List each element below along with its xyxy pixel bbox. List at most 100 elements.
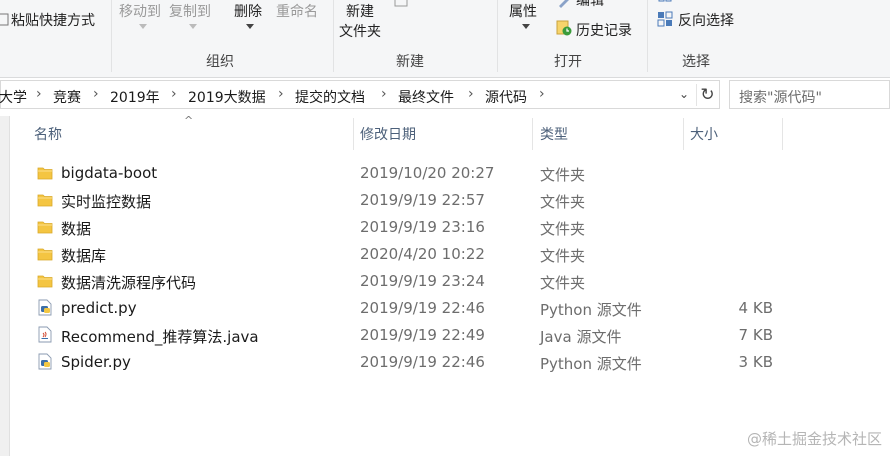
file-name: 数据 bbox=[61, 220, 92, 238]
file-size: 3 KB bbox=[738, 353, 773, 371]
refresh-icon[interactable]: ↻ bbox=[696, 84, 718, 106]
file-row[interactable]: 数据库 2020/4/20 10:22 文件夹 bbox=[30, 240, 785, 267]
column-header-name[interactable]: 名称 bbox=[34, 124, 62, 144]
address-history-chevron-down-icon[interactable]: ⌄ bbox=[679, 87, 689, 101]
watermark: @稀土掘金技术社区 bbox=[746, 430, 882, 448]
chevron-right-icon[interactable]: › bbox=[93, 86, 99, 102]
group-label-new: 新建 bbox=[396, 54, 424, 70]
move-to-dropdown-icon bbox=[139, 24, 147, 29]
paste-shortcut-button[interactable]: 粘贴快捷方式 bbox=[11, 10, 95, 30]
file-type: 文件夹 bbox=[540, 193, 586, 211]
breadcrumb-item[interactable]: 最终文件 bbox=[398, 87, 454, 107]
file-type: 文件夹 bbox=[540, 220, 586, 238]
file-date: 2019/9/19 22:46 bbox=[360, 353, 485, 371]
breadcrumb-item[interactable]: 源代码 bbox=[485, 87, 527, 107]
file-name: 实时监控数据 bbox=[61, 193, 152, 211]
file-type: 文件夹 bbox=[540, 247, 586, 265]
column-header-type[interactable]: 类型 bbox=[540, 124, 568, 144]
file-row[interactable]: Spider.py 2019/9/19 22:46 Python 源文件 3 K… bbox=[30, 348, 785, 375]
ribbon: 粘贴快捷方式 移动到 复制到 删除 重命名 组织 新建 文件夹 新建 属性 编辑… bbox=[0, 0, 890, 78]
breadcrumb-item[interactable]: 提交的文档 bbox=[295, 87, 365, 107]
sort-ascending-icon: ^ bbox=[184, 114, 194, 127]
invert-selection-icon bbox=[657, 11, 673, 27]
file-row[interactable]: predict.py 2019/9/19 22:46 Python 源文件 4 … bbox=[30, 294, 785, 321]
column-divider[interactable] bbox=[782, 118, 783, 150]
file-date: 2019/9/19 23:24 bbox=[360, 272, 485, 290]
file-name: predict.py bbox=[61, 299, 137, 317]
folder-icon bbox=[37, 248, 53, 261]
chevron-right-icon[interactable]: › bbox=[381, 86, 387, 102]
file-name: 数据库 bbox=[61, 247, 107, 265]
file-row[interactable]: 数据 2019/9/19 23:16 文件夹 bbox=[30, 213, 785, 240]
chevron-right-icon[interactable]: › bbox=[278, 86, 284, 102]
file-name: bigdata-boot bbox=[61, 164, 158, 182]
file-size: 4 KB bbox=[738, 299, 773, 317]
file-date: 2019/9/19 22:57 bbox=[360, 191, 485, 209]
group-label-select: 选择 bbox=[682, 54, 710, 70]
file-row[interactable]: Recommend_推荐算法.java 2019/9/19 22:49 Java… bbox=[30, 321, 785, 348]
breadcrumb-item[interactable]: 2019年 bbox=[110, 87, 160, 107]
file-type: 文件夹 bbox=[540, 274, 586, 292]
invert-selection-button[interactable]: 反向选择 bbox=[678, 10, 734, 30]
ribbon-separator bbox=[111, 0, 112, 72]
rename-button[interactable]: 重命名 bbox=[276, 1, 318, 21]
file-date: 2019/10/20 20:27 bbox=[360, 164, 495, 182]
ribbon-separator bbox=[333, 0, 334, 72]
chevron-right-icon[interactable]: › bbox=[468, 86, 474, 102]
paste-shortcut-icon bbox=[0, 13, 9, 26]
move-to-button[interactable]: 移动到 bbox=[119, 1, 161, 21]
python-file-icon bbox=[38, 353, 52, 370]
chevron-right-icon[interactable]: › bbox=[36, 86, 42, 102]
file-row[interactable]: 实时监控数据 2019/9/19 22:57 文件夹 bbox=[30, 186, 785, 213]
file-size: 7 KB bbox=[738, 326, 773, 344]
folder-icon bbox=[37, 221, 53, 234]
java-file-icon bbox=[38, 326, 52, 343]
history-icon bbox=[556, 20, 572, 36]
file-date: 2019/9/19 22:46 bbox=[360, 299, 485, 317]
select-none-icon bbox=[658, 0, 672, 2]
ribbon-separator bbox=[647, 0, 648, 72]
file-date: 2020/4/20 10:22 bbox=[360, 245, 485, 263]
address-bar[interactable]: 大学 › 竞赛 › 2019年 › 2019大数据 › 提交的文档 › 最终文件… bbox=[0, 80, 720, 109]
file-type: Java 源文件 bbox=[540, 328, 622, 346]
group-label-organize: 组织 bbox=[206, 54, 234, 70]
new-item-icon bbox=[394, 0, 408, 7]
group-label-open: 打开 bbox=[554, 54, 582, 70]
ribbon-separator bbox=[497, 0, 498, 72]
chevron-right-icon[interactable]: › bbox=[171, 86, 177, 102]
folder-icon bbox=[37, 194, 53, 207]
delete-button[interactable]: 删除 bbox=[234, 1, 262, 21]
file-name: 数据清洗源程序代码 bbox=[61, 274, 197, 292]
column-header-date[interactable]: 修改日期 bbox=[360, 124, 416, 144]
folder-icon bbox=[37, 167, 53, 180]
file-type: Python 源文件 bbox=[540, 355, 642, 373]
edit-button[interactable]: 编辑 bbox=[576, 0, 604, 10]
new-folder-button-line1[interactable]: 新建 bbox=[346, 1, 374, 21]
column-divider[interactable] bbox=[353, 118, 354, 150]
delete-dropdown-icon bbox=[246, 24, 254, 29]
chevron-right-icon[interactable]: › bbox=[539, 86, 545, 102]
file-row[interactable]: 数据清洗源程序代码 2019/9/19 23:24 文件夹 bbox=[30, 267, 785, 294]
file-name: Spider.py bbox=[61, 353, 131, 371]
copy-to-button[interactable]: 复制到 bbox=[169, 1, 211, 21]
file-type: Python 源文件 bbox=[540, 301, 642, 319]
edit-icon bbox=[559, 0, 569, 8]
history-button[interactable]: 历史记录 bbox=[576, 20, 632, 40]
copy-to-dropdown-icon bbox=[189, 24, 197, 29]
properties-button[interactable]: 属性 bbox=[509, 1, 537, 21]
folder-icon bbox=[37, 275, 53, 288]
properties-dropdown-icon bbox=[522, 24, 530, 29]
file-name: Recommend_推荐算法.java bbox=[61, 328, 259, 346]
breadcrumb-item[interactable]: 竞赛 bbox=[53, 87, 81, 107]
navigation-pane-edge bbox=[0, 116, 10, 456]
breadcrumb-item[interactable]: 2019大数据 bbox=[188, 87, 266, 107]
file-type: 文件夹 bbox=[540, 166, 586, 184]
column-divider[interactable] bbox=[532, 118, 533, 150]
column-divider[interactable] bbox=[683, 118, 684, 150]
column-header-size[interactable]: 大小 bbox=[690, 124, 718, 144]
breadcrumb-item[interactable]: 大学 bbox=[0, 87, 27, 107]
new-folder-button-line2[interactable]: 文件夹 bbox=[339, 21, 381, 41]
search-input[interactable]: 搜索"源代码" bbox=[729, 80, 890, 109]
file-row[interactable]: bigdata-boot 2019/10/20 20:27 文件夹 bbox=[30, 159, 785, 186]
search-placeholder: 搜索"源代码" bbox=[739, 90, 822, 106]
